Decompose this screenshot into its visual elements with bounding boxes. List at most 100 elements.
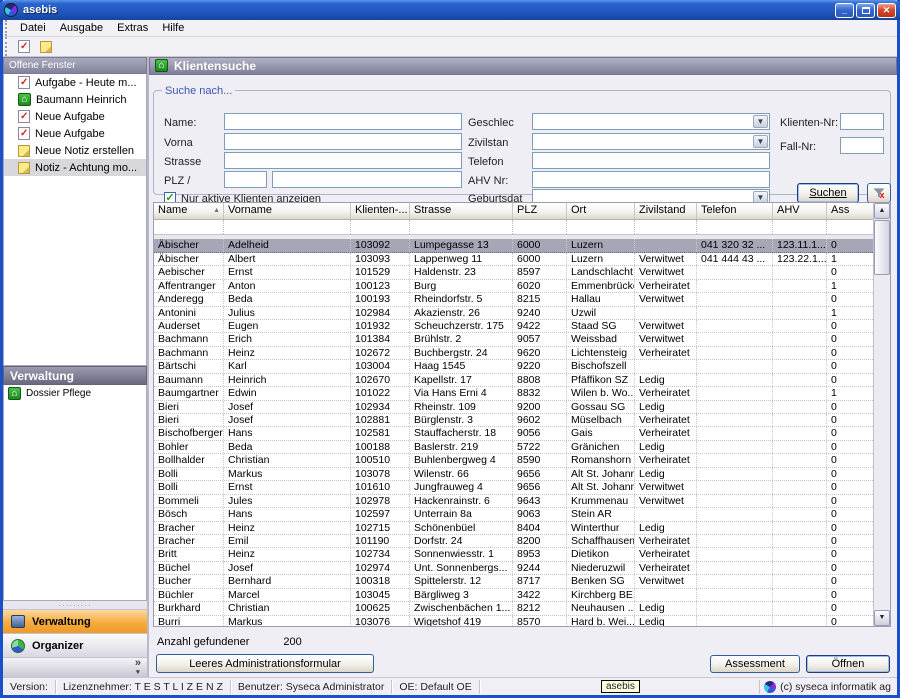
- sidebar-item[interactable]: Notiz - Achtung mo...: [4, 159, 146, 176]
- vorname-input[interactable]: [224, 133, 462, 150]
- table-row[interactable]: BohlerBeda100188Baslerstr. 2195722Gränic…: [154, 441, 875, 454]
- menu-item-extras[interactable]: Extras: [110, 21, 155, 35]
- column-header-telefon[interactable]: Telefon: [697, 203, 773, 219]
- restore-button[interactable]: [856, 3, 875, 18]
- minimize-button[interactable]: _: [835, 3, 854, 18]
- sidebar-item[interactable]: ⌂Dossier Pflege: [4, 385, 146, 402]
- menu-grip[interactable]: [5, 20, 10, 36]
- column-header-vorname[interactable]: Vorname: [224, 203, 351, 219]
- scrollbar-thumb[interactable]: [874, 220, 890, 275]
- open-button[interactable]: Öffnen: [806, 655, 890, 673]
- column-header-name[interactable]: Name▲: [154, 203, 224, 219]
- column-header-ass[interactable]: Ass: [827, 203, 875, 219]
- geschlecht-combo-input[interactable]: [532, 113, 770, 130]
- telefon-input[interactable]: [532, 152, 770, 169]
- sidebar-item[interactable]: ⌂Baumann Heinrich: [4, 91, 146, 108]
- table-row[interactable]: BischofbergerHans102581Stauffacherstr. 1…: [154, 427, 875, 440]
- table-row[interactable]: BracherHeinz102715Schönenbüel8404Wintert…: [154, 522, 875, 535]
- scrollbar-down-icon[interactable]: ▼: [874, 610, 890, 626]
- table-row[interactable]: AudersetEugen101932Scheuchzerstr. 175942…: [154, 320, 875, 333]
- menu-item-datei[interactable]: Datei: [13, 21, 53, 35]
- table-row[interactable]: BüchlerMarcel103045Bärgliweg 33422Kirchb…: [154, 589, 875, 602]
- zivilstand-combo[interactable]: ▼: [532, 133, 770, 150]
- sidebar-item[interactable]: Neue Notiz erstellen: [4, 142, 146, 159]
- table-row[interactable]: BieriJosef102881Bürglenstr. 39602Müselba…: [154, 414, 875, 427]
- filter-cell[interactable]: [351, 220, 410, 234]
- filter-cell[interactable]: [154, 220, 224, 234]
- sidebar-item[interactable]: Neue Aufgabe: [4, 108, 146, 125]
- table-row[interactable]: AndereggBeda100193Rheindorfstr. 58215Hal…: [154, 293, 875, 306]
- column-header-ort[interactable]: Ort: [567, 203, 635, 219]
- combo-arrow-icon[interactable]: ▼: [753, 135, 768, 148]
- plz-input[interactable]: [224, 171, 267, 188]
- table-row[interactable]: BöschHans102597Unterrain 8a9063Stein AR0: [154, 508, 875, 521]
- fall-nr-input[interactable]: [840, 137, 884, 154]
- table-row[interactable]: BommeliJules102978Hackenrainstr. 69643Kr…: [154, 495, 875, 508]
- filter-cell[interactable]: [827, 220, 875, 234]
- table-row[interactable]: AebischerErnst101529Haldenstr. 238597Lan…: [154, 266, 875, 279]
- empty-admin-form-button[interactable]: Leeres Administrationsformular: [156, 654, 374, 673]
- table-row[interactable]: BaumannHeinrich102670Kapellstr. 178808Pf…: [154, 374, 875, 387]
- ort-input[interactable]: [272, 171, 462, 188]
- filter-cell[interactable]: [410, 220, 513, 234]
- nav-bottom-bar[interactable]: »▾: [3, 657, 147, 677]
- table-row[interactable]: BachmannErich101384Brühlstr. 29057Weissb…: [154, 333, 875, 346]
- name-input[interactable]: [224, 113, 462, 130]
- new-task-button[interactable]: [13, 38, 35, 56]
- sidebar-item[interactable]: Aufgabe - Heute m...: [4, 74, 146, 91]
- table-row[interactable]: BolliMarkus103078Wilenstr. 669656Alt St.…: [154, 468, 875, 481]
- table-cell: 8404: [513, 522, 567, 534]
- scrollbar-up-icon[interactable]: ▲: [874, 203, 890, 219]
- nav-button-verwaltung[interactable]: Verwaltung: [3, 609, 147, 633]
- new-note-button[interactable]: [35, 38, 57, 56]
- column-header-strasse[interactable]: Strasse: [410, 203, 513, 219]
- table-cell: Winterthur: [567, 522, 635, 534]
- table-row[interactable]: BracherEmil101190Dorfstr. 248200Schaffha…: [154, 535, 875, 548]
- table-row[interactable]: AffentrangerAnton100123Burg6020Emmenbrüc…: [154, 280, 875, 293]
- table-row[interactable]: BachmannHeinz102672Buchbergstr. 249620Li…: [154, 347, 875, 360]
- table-row[interactable]: ÄbischerAlbert103093Lappenweg 116000Luze…: [154, 253, 875, 266]
- column-header-klienten[interactable]: Klienten-...: [351, 203, 410, 219]
- search-button[interactable]: Suchen: [797, 183, 859, 203]
- filter-cell[interactable]: [224, 220, 351, 234]
- filter-cell[interactable]: [697, 220, 773, 234]
- table-row[interactable]: BieriJosef102934Rheinstr. 1099200Gossau …: [154, 401, 875, 414]
- table-row[interactable]: BurkhardChristian100625Zwischenbächen 1.…: [154, 602, 875, 615]
- table-row[interactable]: BärtschiKarl103004Haag 15459220Bischofsz…: [154, 360, 875, 373]
- table-row[interactable]: BolliErnst101610Jungfrauweg 49656Alt St.…: [154, 481, 875, 494]
- clear-search-button[interactable]: x: [867, 183, 891, 203]
- menu-item-hilfe[interactable]: Hilfe: [155, 21, 191, 35]
- nav-splitter[interactable]: ·········: [3, 601, 147, 609]
- filter-cell[interactable]: [567, 220, 635, 234]
- column-header-plz[interactable]: PLZ: [513, 203, 567, 219]
- strasse-input[interactable]: [224, 152, 462, 169]
- filter-cell[interactable]: [513, 220, 567, 234]
- menu-item-ausgabe[interactable]: Ausgabe: [53, 21, 110, 35]
- geschlecht-combo[interactable]: ▼: [532, 113, 770, 130]
- table-row[interactable]: BaumgartnerEdwin101022Via Hans Erni 4883…: [154, 387, 875, 400]
- zivilstand-combo-input[interactable]: [532, 133, 770, 150]
- title-bar[interactable]: asebis _ ✕: [0, 0, 900, 20]
- klienten-nr-input[interactable]: [840, 113, 884, 130]
- table-cell: Akazienstr. 26: [410, 307, 513, 319]
- chevron-more-icon[interactable]: »▾: [135, 658, 141, 678]
- table-row[interactable]: BrittHeinz102734Sonnenwiesstr. 18953Diet…: [154, 548, 875, 561]
- toolbar-grip[interactable]: [5, 37, 10, 56]
- sidebar-item[interactable]: Neue Aufgabe: [4, 125, 146, 142]
- vertical-scrollbar[interactable]: ▲ ▼: [873, 203, 890, 626]
- table-row[interactable]: BurriMarkus103076Wigetshof 4198570Hard b…: [154, 616, 875, 628]
- filter-cell[interactable]: [635, 220, 697, 234]
- filter-cell[interactable]: [773, 220, 827, 234]
- nav-button-organizer[interactable]: Organizer: [3, 633, 147, 657]
- column-header-zivilstand[interactable]: Zivilstand: [635, 203, 697, 219]
- table-row[interactable]: BucherBernhard100318Spittelerstr. 128717…: [154, 575, 875, 588]
- combo-arrow-icon[interactable]: ▼: [753, 115, 768, 128]
- assessment-button[interactable]: Assessment: [710, 655, 800, 673]
- table-row[interactable]: BollhalderChristian100510Buhlenbergweg 4…: [154, 454, 875, 467]
- ahv-input[interactable]: [532, 171, 770, 188]
- close-button[interactable]: ✕: [877, 3, 896, 18]
- column-header-ahv[interactable]: AHV: [773, 203, 827, 219]
- table-row[interactable]: ÄbischerAdelheid103092Lumpegasse 136000L…: [154, 239, 875, 252]
- table-row[interactable]: AntoniniJulius102984Akazienstr. 269240Uz…: [154, 307, 875, 320]
- table-row[interactable]: BüchelJosef102974Unt. Sonnenbergs...9244…: [154, 562, 875, 575]
